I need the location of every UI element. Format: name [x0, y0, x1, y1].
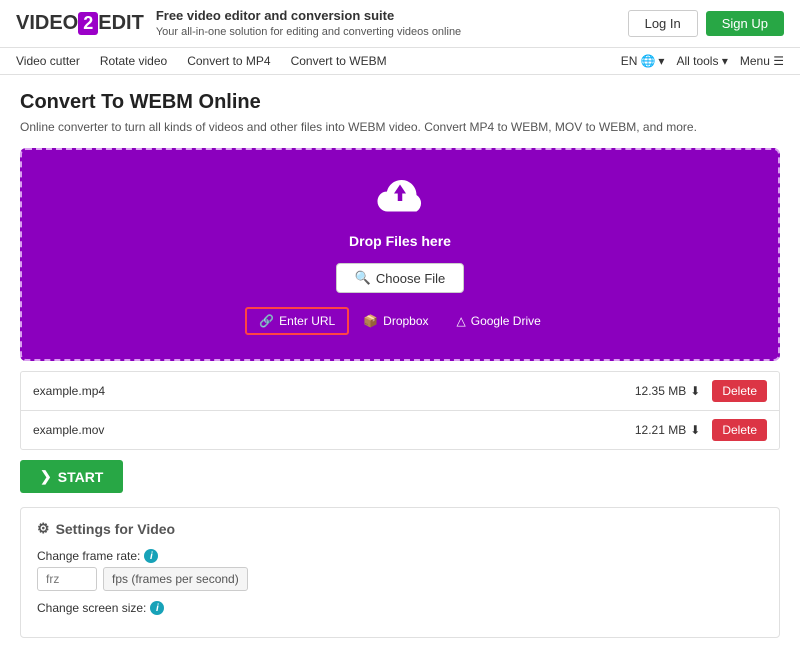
signup-button[interactable]: Sign Up: [706, 11, 784, 36]
drop-files-text: Drop Files here: [349, 233, 451, 249]
google-drive-button[interactable]: △ Google Drive: [443, 308, 555, 334]
delete-button-0[interactable]: Delete: [712, 380, 767, 402]
chevron-down-icon-tools: ▾: [722, 54, 728, 68]
logo: VIDEO 2 EDIT: [16, 12, 144, 35]
file-size: 12.21 MB ⬇: [635, 423, 700, 437]
enter-url-button[interactable]: 🔗 Enter URL: [245, 307, 349, 335]
logo-video: VIDEO: [16, 12, 78, 35]
file-name: example.mp4: [33, 384, 635, 398]
fps-unit-label: fps (frames per second): [103, 567, 248, 591]
choose-file-label: Choose File: [376, 271, 445, 286]
frame-rate-info-icon[interactable]: i: [144, 549, 158, 563]
settings-frame-rate-row: Change frame rate: i fps (frames per sec…: [37, 549, 763, 591]
settings-screen-size-row: Change screen size: i: [37, 601, 763, 615]
upload-options: 🔗 Enter URL 📦 Dropbox △ Google Drive: [245, 307, 555, 335]
tagline-sub: Your all-in-one solution for editing and…: [156, 26, 461, 38]
file-list: example.mp4 12.35 MB ⬇ Delete example.mo…: [20, 371, 780, 450]
screen-size-info-icon[interactable]: i: [150, 601, 164, 615]
nav-item-convert-mp4[interactable]: Convert to MP4: [187, 54, 270, 68]
upload-cloud-icon: [370, 174, 430, 225]
link-icon: 🔗: [259, 314, 274, 328]
hamburger-icon: ☰: [773, 54, 784, 68]
file-size: 12.35 MB ⬇: [635, 384, 700, 398]
logo-edit: EDIT: [98, 12, 144, 35]
nav-item-convert-webm[interactable]: Convert to WEBM: [291, 54, 387, 68]
gear-icon: ⚙: [37, 520, 50, 537]
lang-label: EN: [621, 54, 638, 68]
logo-tagline: Free video editor and conversion suite Y…: [156, 8, 461, 39]
search-icon: 🔍: [355, 270, 371, 286]
menu-button[interactable]: Menu ☰: [740, 54, 784, 68]
tagline-strong: Free video editor and conversion suite: [156, 8, 394, 23]
nav-item-video-cutter[interactable]: Video cutter: [16, 54, 80, 68]
nav-item-rotate-video[interactable]: Rotate video: [100, 54, 167, 68]
lang-flag-icon: 🌐: [640, 54, 655, 68]
frame-rate-label: Change frame rate: i: [37, 549, 763, 563]
page-title: Convert To WEBM Online: [20, 91, 780, 114]
nav-lang[interactable]: EN 🌐 ▾: [621, 54, 665, 68]
header-right: Log In Sign Up: [628, 10, 784, 37]
menu-label: Menu: [740, 54, 770, 68]
table-row: example.mov 12.21 MB ⬇ Delete: [21, 411, 779, 449]
upload-box: Drop Files here 🔍 Choose File 🔗 Enter UR…: [20, 148, 780, 361]
enter-url-label: Enter URL: [279, 314, 335, 328]
header-left: VIDEO 2 EDIT Free video editor and conve…: [16, 8, 461, 39]
settings-box: ⚙ Settings for Video Change frame rate: …: [20, 507, 780, 638]
google-drive-icon: △: [457, 314, 466, 328]
file-name: example.mov: [33, 423, 635, 437]
page-desc: Online converter to turn all kinds of vi…: [20, 120, 780, 134]
login-button[interactable]: Log In: [628, 10, 698, 37]
delete-button-1[interactable]: Delete: [712, 419, 767, 441]
all-tools[interactable]: All tools ▾: [676, 54, 727, 68]
chevron-down-icon: ▾: [658, 54, 664, 68]
logo-two: 2: [78, 12, 98, 35]
main: Convert To WEBM Online Online converter …: [0, 75, 800, 654]
start-label: START: [58, 469, 104, 485]
screen-size-label: Change screen size: i: [37, 601, 763, 615]
dropbox-icon: 📦: [363, 314, 378, 328]
nav: Video cutter Rotate video Convert to MP4…: [0, 48, 800, 75]
dropbox-label: Dropbox: [383, 314, 428, 328]
frame-rate-input-row: fps (frames per second): [37, 567, 763, 591]
choose-file-button[interactable]: 🔍 Choose File: [336, 263, 465, 293]
all-tools-label: All tools: [676, 54, 718, 68]
nav-right: EN 🌐 ▾ All tools ▾ Menu ☰: [621, 54, 784, 68]
download-icon: ⬇: [690, 384, 700, 398]
chevron-right-icon: ❯: [40, 468, 52, 485]
frame-rate-input[interactable]: [37, 567, 97, 591]
dropbox-button[interactable]: 📦 Dropbox: [349, 308, 442, 334]
google-drive-label: Google Drive: [471, 314, 541, 328]
header: VIDEO 2 EDIT Free video editor and conve…: [0, 0, 800, 48]
table-row: example.mp4 12.35 MB ⬇ Delete: [21, 372, 779, 411]
settings-title: ⚙ Settings for Video: [37, 520, 763, 537]
start-button[interactable]: ❯ START: [20, 460, 123, 493]
download-icon: ⬇: [690, 423, 700, 437]
